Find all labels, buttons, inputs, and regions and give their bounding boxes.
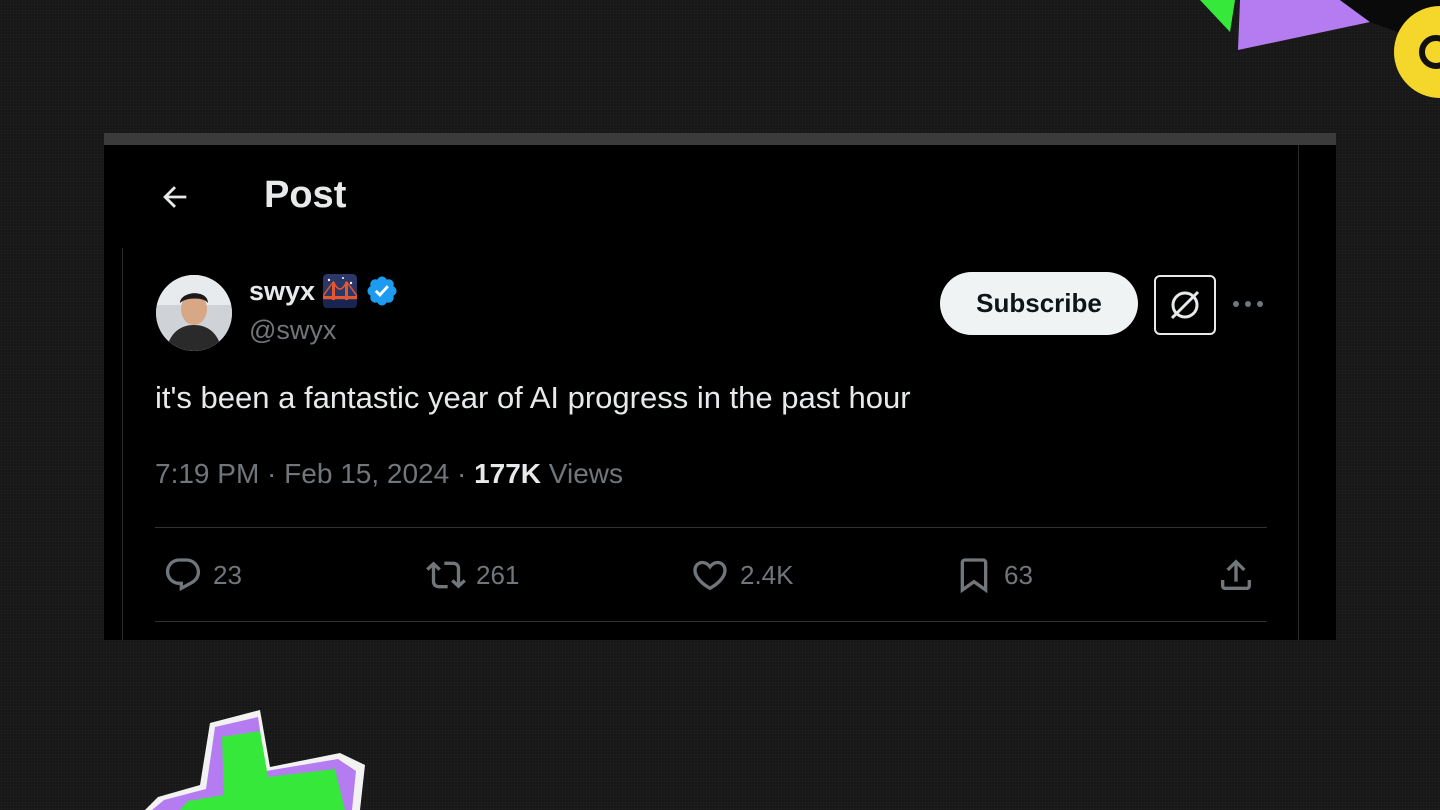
reply-icon — [165, 558, 201, 592]
repost-icon — [426, 561, 466, 589]
bookmark-icon — [960, 558, 988, 594]
subscribe-button[interactable]: Subscribe — [940, 272, 1138, 335]
card-top-bar — [104, 133, 1336, 145]
meta-separator: · — [259, 458, 285, 489]
views-label: Views — [541, 458, 623, 489]
like-count: 2.4K — [740, 559, 794, 590]
like-button[interactable]: 2.4K — [690, 555, 794, 595]
decorative-shapes-top-right — [1200, 0, 1440, 98]
divider — [155, 621, 1267, 622]
bookmark-count: 63 — [1004, 559, 1033, 590]
reply-button[interactable]: 23 — [163, 555, 242, 595]
post-time[interactable]: 7:19 PM — [155, 458, 259, 489]
post-date[interactable]: Feb 15, 2024 — [284, 458, 449, 489]
author-name-row: swyx — [249, 274, 399, 308]
heart-icon — [693, 560, 727, 591]
reply-count: 23 — [213, 559, 242, 590]
views-count: 177K — [474, 458, 542, 489]
share-icon — [1221, 559, 1251, 590]
bookmark-button[interactable]: 63 — [954, 555, 1033, 595]
back-arrow-icon[interactable] — [158, 180, 192, 214]
column-border-left — [122, 248, 123, 640]
author-name[interactable]: swyx — [249, 276, 315, 307]
more-options-icon[interactable] — [1230, 290, 1266, 318]
repost-count: 261 — [476, 559, 520, 590]
post-meta: 7:19 PM · Feb 15, 2024 · 177K Views — [155, 458, 623, 490]
decorative-plus-shape-bottom-left — [145, 710, 365, 810]
verified-badge-icon — [367, 276, 397, 306]
divider — [155, 527, 1267, 528]
post-text: it's been a fantastic year of AI progres… — [155, 380, 911, 415]
column-border-right — [1298, 145, 1299, 640]
share-button[interactable] — [1216, 555, 1256, 595]
author-handle[interactable]: @swyx — [249, 315, 336, 346]
bridge-night-emoji-icon — [323, 274, 358, 308]
repost-button[interactable]: 261 — [426, 555, 519, 595]
grok-icon[interactable] — [1154, 275, 1216, 335]
meta-separator: · — [449, 458, 475, 489]
page-title: Post — [264, 174, 347, 216]
avatar[interactable] — [156, 275, 232, 351]
